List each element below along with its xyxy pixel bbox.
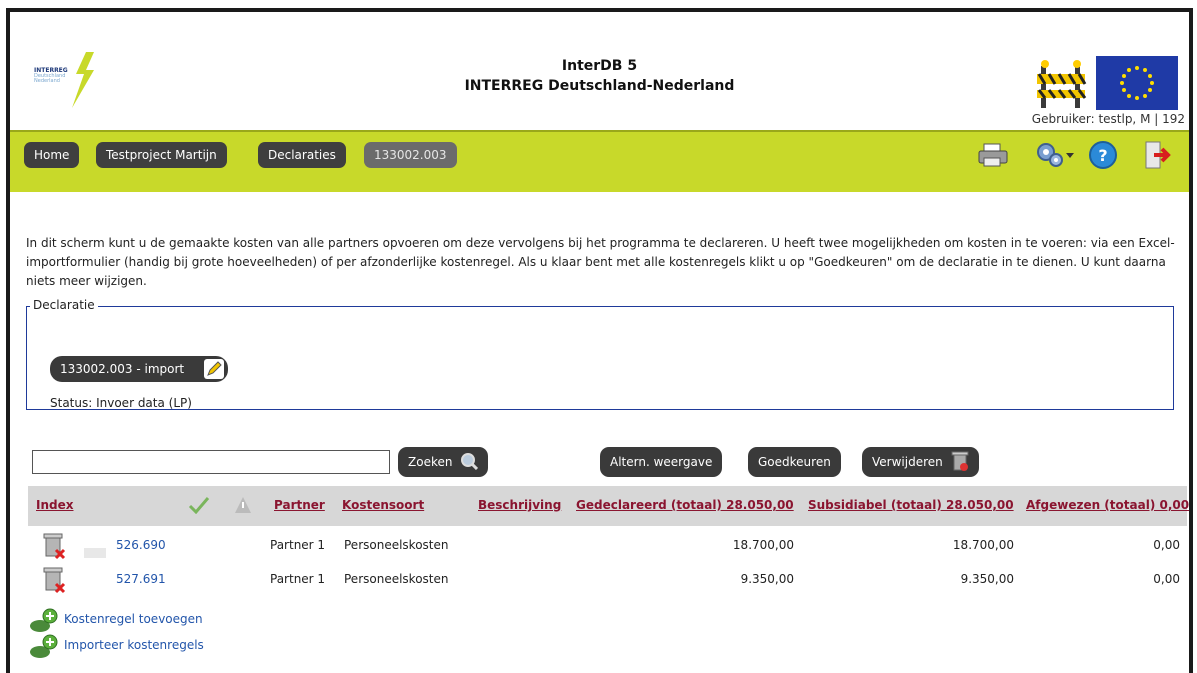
table-row: 526.690 Partner 1 Personeelskosten 18.70… — [28, 532, 1187, 562]
eu-flag-icon — [1096, 56, 1178, 110]
row-kostensoort: Personeelskosten — [344, 538, 449, 552]
row-marker — [84, 548, 106, 558]
declaratie-legend: Declaratie — [30, 298, 98, 312]
search-button[interactable]: Zoeken — [398, 447, 489, 477]
table-row: 527.691 Partner 1 Personeelskosten 9.350… — [28, 566, 1187, 596]
breadcrumb-home[interactable]: Home — [24, 142, 80, 168]
col-index[interactable]: Index — [36, 498, 73, 512]
row-kostensoort: Personeelskosten — [344, 572, 449, 586]
settings-icon[interactable] — [1034, 140, 1076, 170]
construction-barrier-icon — [1037, 60, 1087, 108]
help-icon[interactable]: ? — [1086, 140, 1120, 170]
col-partner[interactable]: Partner — [274, 498, 325, 512]
breadcrumb-project[interactable]: Testproject Martijn — [96, 142, 227, 168]
delete-row-icon[interactable] — [42, 532, 66, 560]
row-gedeclareerd: 9.350,00 — [740, 572, 794, 586]
intro-text: In dit scherm kunt u de gemaakte kosten … — [26, 236, 1175, 288]
row-subsidiabel: 9.350,00 — [960, 572, 1014, 586]
header: INTERREG Deutschland Nederland InterDB 5… — [10, 12, 1189, 130]
row-index-link[interactable]: 527.691 — [116, 572, 166, 586]
search-input[interactable] — [32, 450, 390, 474]
add-money-icon — [30, 608, 58, 632]
warning-icon[interactable] — [234, 496, 252, 514]
row-partner: Partner 1 — [270, 572, 326, 586]
altern-view-button[interactable]: Altern. weergave — [600, 447, 723, 477]
breadcrumb-current[interactable]: 133002.003 — [364, 142, 457, 168]
declaratie-pill-label: 133002.003 - import — [60, 362, 185, 376]
col-beschrijving[interactable]: Beschrijving — [478, 498, 561, 512]
delete-button[interactable]: Verwijderen — [862, 447, 979, 477]
app-window: INTERREG Deutschland Nederland InterDB 5… — [6, 8, 1193, 673]
breadcrumb-declaraties[interactable]: Declaraties — [258, 142, 346, 168]
row-afgewezen: 0,00 — [1153, 572, 1180, 586]
row-afgewezen: 0,00 — [1153, 538, 1180, 552]
import-cost-lines-label: Importeer kostenregels — [64, 638, 204, 652]
checkmark-icon[interactable] — [188, 496, 210, 514]
row-partner: Partner 1 — [270, 538, 326, 552]
search-button-label: Zoeken — [408, 455, 453, 469]
search-icon — [461, 453, 479, 471]
import-money-icon — [30, 634, 58, 658]
logout-icon[interactable] — [1140, 140, 1174, 170]
col-kostensoort[interactable]: Kostensoort — [342, 498, 424, 512]
pencil-icon — [204, 359, 224, 379]
add-cost-line-label: Kostenregel toevoegen — [64, 612, 203, 626]
declaratie-edit-button[interactable]: 133002.003 - import — [50, 356, 228, 382]
svg-text:?: ? — [1098, 146, 1107, 165]
user-info: Gebruiker: testlp, M | 192 — [1031, 112, 1185, 126]
row-index-link[interactable]: 526.690 — [116, 538, 166, 552]
delete-row-icon[interactable] — [42, 566, 66, 594]
approve-button[interactable]: Goedkeuren — [748, 447, 841, 477]
app-title: InterDB 5 INTERREG Deutschland-Nederland — [10, 56, 1189, 96]
col-afgewezen[interactable]: Afgewezen (totaal) 0,00 — [1026, 498, 1189, 512]
col-gedeclareerd[interactable]: Gedeclareerd (totaal) 28.050,00 — [576, 498, 794, 512]
table-header: Index Partner Kostensoort Beschrijving G… — [28, 486, 1189, 526]
app-title-line1: InterDB 5 — [561, 58, 638, 74]
col-subsidiabel[interactable]: Subsidiabel (totaal) 28.050,00 — [808, 498, 1014, 512]
nav-bar: Home Testproject Martijn Declaraties 133… — [10, 130, 1189, 192]
delete-button-label: Verwijderen — [872, 455, 943, 469]
row-subsidiabel: 18.700,00 — [952, 538, 1014, 552]
print-icon[interactable] — [976, 140, 1010, 170]
app-title-line2: INTERREG Deutschland-Nederland — [464, 78, 735, 94]
declaratie-status: Status: Invoer data (LP) — [50, 396, 192, 410]
trash-icon — [951, 451, 969, 471]
row-gedeclareerd: 18.700,00 — [732, 538, 794, 552]
